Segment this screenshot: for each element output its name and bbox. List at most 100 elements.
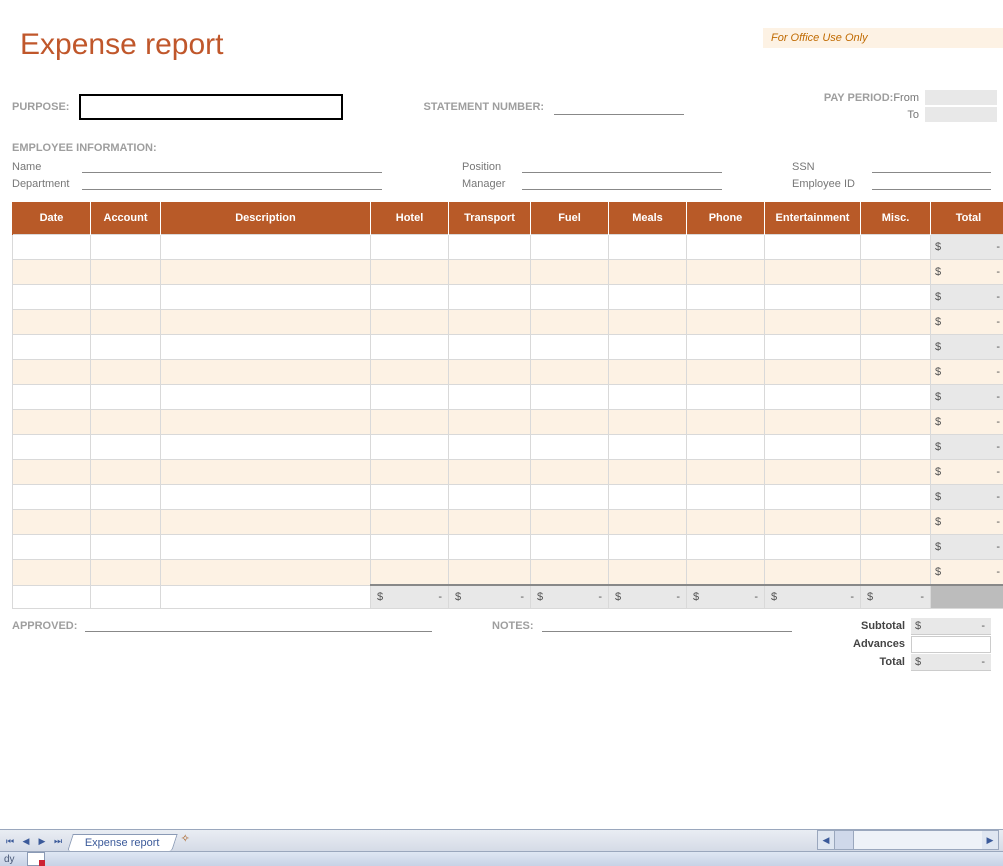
tab-prev-icon[interactable]: ◀ [19, 834, 33, 848]
table-cell[interactable] [765, 360, 861, 385]
from-input[interactable] [925, 90, 997, 105]
table-cell[interactable] [13, 260, 91, 285]
table-cell[interactable] [765, 460, 861, 485]
table-cell[interactable] [531, 485, 609, 510]
table-cell[interactable] [861, 235, 931, 260]
table-cell[interactable] [609, 235, 687, 260]
table-cell[interactable] [609, 285, 687, 310]
table-cell[interactable] [91, 285, 161, 310]
table-cell[interactable] [13, 535, 91, 560]
table-cell[interactable] [91, 485, 161, 510]
table-cell[interactable] [13, 310, 91, 335]
table-cell[interactable] [531, 310, 609, 335]
ssn-input[interactable] [872, 158, 991, 173]
table-cell[interactable] [91, 260, 161, 285]
table-cell[interactable] [161, 485, 371, 510]
table-cell[interactable] [13, 385, 91, 410]
table-cell[interactable] [91, 435, 161, 460]
table-cell[interactable] [765, 235, 861, 260]
table-cell[interactable] [687, 460, 765, 485]
statement-input[interactable] [554, 100, 684, 115]
table-cell[interactable] [687, 410, 765, 435]
table-cell[interactable] [609, 260, 687, 285]
table-cell[interactable] [687, 310, 765, 335]
new-sheet-icon[interactable]: ✧ [181, 832, 199, 850]
table-cell[interactable] [91, 235, 161, 260]
table-cell[interactable] [91, 410, 161, 435]
table-cell[interactable] [91, 460, 161, 485]
table-cell[interactable] [371, 510, 449, 535]
table-cell[interactable] [13, 560, 91, 586]
table-cell[interactable] [861, 560, 931, 586]
table-cell[interactable] [91, 310, 161, 335]
notes-input[interactable] [542, 617, 792, 632]
employee-id-input[interactable] [872, 175, 991, 190]
table-cell[interactable] [91, 535, 161, 560]
table-cell[interactable] [687, 510, 765, 535]
table-cell[interactable] [531, 460, 609, 485]
table-cell[interactable] [161, 335, 371, 360]
table-cell[interactable] [13, 335, 91, 360]
table-cell[interactable] [449, 560, 531, 586]
table-cell[interactable] [371, 360, 449, 385]
table-cell[interactable] [861, 310, 931, 335]
table-cell[interactable] [531, 285, 609, 310]
table-cell[interactable] [531, 335, 609, 360]
table-cell[interactable] [371, 235, 449, 260]
table-cell[interactable] [687, 235, 765, 260]
table-cell[interactable] [371, 310, 449, 335]
table-cell[interactable] [687, 560, 765, 586]
name-input[interactable] [82, 158, 382, 173]
table-cell[interactable] [449, 460, 531, 485]
table-cell[interactable] [861, 360, 931, 385]
scroll-thumb[interactable] [834, 831, 854, 849]
table-cell[interactable] [861, 285, 931, 310]
table-cell[interactable] [371, 260, 449, 285]
table-cell[interactable] [161, 460, 371, 485]
table-cell[interactable] [161, 310, 371, 335]
purpose-input[interactable] [79, 94, 343, 120]
department-input[interactable] [82, 175, 382, 190]
sheet-tab-active[interactable]: Expense report [67, 834, 177, 851]
table-cell[interactable] [449, 285, 531, 310]
table-cell[interactable] [687, 535, 765, 560]
table-cell[interactable] [531, 535, 609, 560]
table-cell[interactable] [161, 535, 371, 560]
table-cell[interactable] [861, 435, 931, 460]
table-cell[interactable] [13, 435, 91, 460]
tab-first-icon[interactable]: ⏮ [3, 834, 17, 848]
manager-input[interactable] [522, 175, 722, 190]
table-cell[interactable] [91, 510, 161, 535]
table-cell[interactable] [371, 410, 449, 435]
table-cell[interactable] [161, 235, 371, 260]
table-cell[interactable] [91, 360, 161, 385]
table-cell[interactable] [449, 510, 531, 535]
table-cell[interactable] [609, 460, 687, 485]
approved-input[interactable] [85, 617, 432, 632]
table-cell[interactable] [449, 385, 531, 410]
table-cell[interactable] [371, 285, 449, 310]
table-cell[interactable] [861, 460, 931, 485]
table-cell[interactable] [449, 335, 531, 360]
table-cell[interactable] [609, 435, 687, 460]
table-cell[interactable] [765, 285, 861, 310]
table-cell[interactable] [13, 410, 91, 435]
table-cell[interactable] [765, 410, 861, 435]
table-cell[interactable] [861, 485, 931, 510]
table-cell[interactable] [531, 410, 609, 435]
position-input[interactable] [522, 158, 722, 173]
table-cell[interactable] [449, 535, 531, 560]
table-cell[interactable] [765, 385, 861, 410]
table-cell[interactable] [609, 310, 687, 335]
table-cell[interactable] [687, 285, 765, 310]
table-cell[interactable] [13, 360, 91, 385]
table-cell[interactable] [609, 560, 687, 586]
table-cell[interactable] [161, 360, 371, 385]
table-cell[interactable] [371, 335, 449, 360]
table-cell[interactable] [765, 260, 861, 285]
table-cell[interactable] [765, 535, 861, 560]
table-cell[interactable] [609, 410, 687, 435]
tab-next-icon[interactable]: ▶ [35, 834, 49, 848]
table-cell[interactable] [609, 535, 687, 560]
table-cell[interactable] [91, 335, 161, 360]
